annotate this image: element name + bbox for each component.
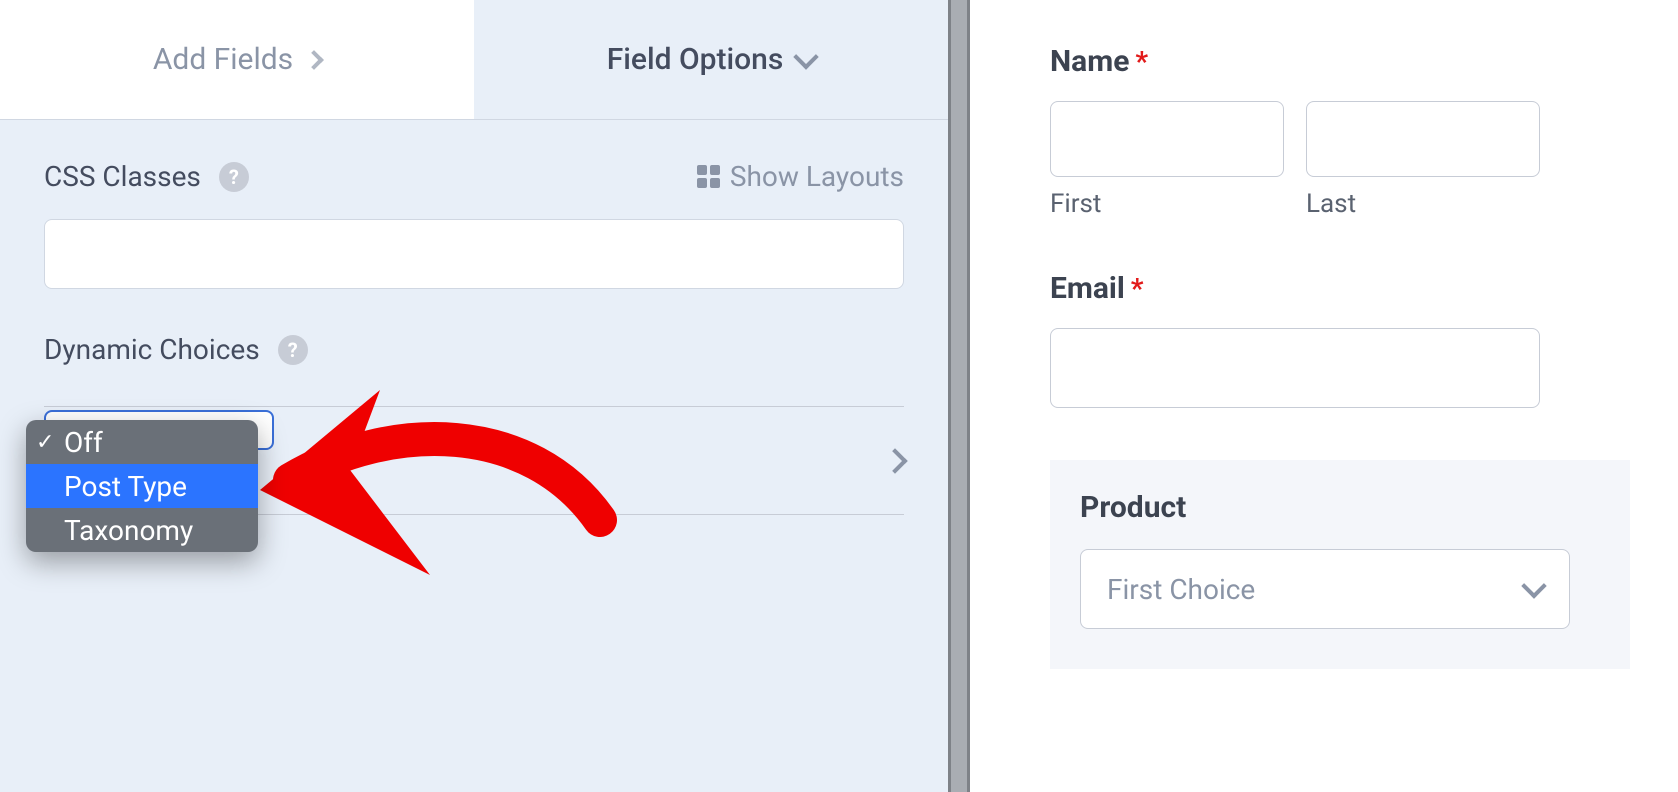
chevron-right-icon: [882, 448, 907, 473]
chevron-down-icon: [794, 44, 819, 69]
dynamic-choices-section: Dynamic Choices ?: [0, 289, 948, 366]
tab-field-options[interactable]: Field Options: [474, 0, 948, 119]
option-label: Taxonomy: [64, 514, 193, 547]
tab-label: Field Options: [607, 42, 784, 77]
product-field: Product First Choice: [1050, 460, 1630, 669]
last-sublabel: Last: [1306, 189, 1540, 219]
product-select[interactable]: First Choice: [1080, 549, 1570, 629]
help-icon[interactable]: ?: [219, 162, 249, 192]
form-preview: Name * First Last Email *: [970, 0, 1678, 792]
field-options-panel: Add Fields Field Options CSS Classes ? S…: [0, 0, 948, 792]
show-layouts-button[interactable]: Show Layouts: [697, 160, 904, 193]
chevron-down-icon: [1521, 573, 1546, 598]
first-name-input[interactable]: [1050, 101, 1284, 177]
email-input[interactable]: [1050, 328, 1540, 408]
required-icon: *: [1135, 45, 1148, 78]
product-selected: First Choice: [1107, 573, 1255, 606]
email-field: Email *: [1050, 271, 1678, 408]
required-icon: *: [1131, 272, 1144, 305]
tab-add-fields[interactable]: Add Fields: [0, 0, 474, 119]
chevron-right-icon: [304, 50, 324, 70]
panel-resize-handle[interactable]: [948, 0, 970, 792]
dynamic-choices-dropdown[interactable]: Off Post Type Taxonomy: [26, 420, 258, 552]
css-classes-label: CSS Classes: [44, 160, 201, 193]
builder-tabs: Add Fields Field Options: [0, 0, 948, 120]
name-label: Name: [1050, 44, 1129, 79]
dropdown-option-taxonomy[interactable]: Taxonomy: [26, 508, 258, 552]
divider: [44, 406, 904, 407]
name-field: Name * First Last: [1050, 44, 1678, 219]
product-label: Product: [1080, 490, 1186, 525]
option-label: Post Type: [64, 470, 187, 503]
option-label: Off: [64, 426, 103, 459]
grid-icon: [697, 165, 720, 188]
email-label: Email: [1050, 271, 1125, 306]
dynamic-choices-label: Dynamic Choices: [44, 333, 260, 366]
last-name-input[interactable]: [1306, 101, 1540, 177]
tab-label: Add Fields: [153, 42, 293, 77]
first-sublabel: First: [1050, 189, 1284, 219]
help-icon[interactable]: ?: [278, 335, 308, 365]
dropdown-option-off[interactable]: Off: [26, 420, 258, 464]
css-classes-input[interactable]: [44, 219, 904, 289]
show-layouts-label: Show Layouts: [730, 160, 904, 193]
css-classes-section: CSS Classes ? Show Layouts: [0, 120, 948, 289]
dropdown-option-post-type[interactable]: Post Type: [26, 464, 258, 508]
annotation-arrow-icon: [230, 360, 630, 600]
